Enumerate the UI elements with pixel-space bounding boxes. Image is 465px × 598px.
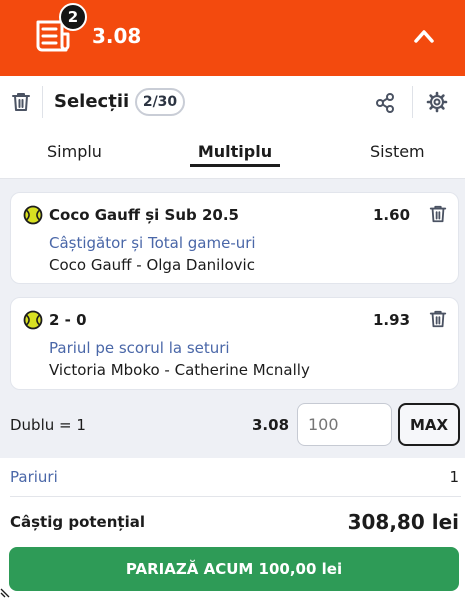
- tab-sistem[interactable]: Sistem: [370, 142, 425, 161]
- trash-icon[interactable]: [428, 204, 448, 224]
- trash-icon[interactable]: [10, 91, 32, 113]
- selection-market: Pariul pe scorul la seturi: [49, 339, 230, 357]
- trash-icon[interactable]: [428, 309, 448, 329]
- gear-icon[interactable]: [426, 91, 448, 113]
- potential-win-label: Câștig potențial: [10, 513, 145, 531]
- potential-win-value: 308,80 lei: [347, 510, 459, 534]
- divider: [412, 86, 413, 118]
- bets-count: 1: [449, 468, 459, 486]
- tab-multiplu[interactable]: Multiplu: [190, 142, 280, 161]
- stake-input[interactable]: [297, 403, 392, 446]
- selection-title: Coco Gauff și Sub 20.5: [49, 206, 239, 224]
- selections-counter-badge: 2/30: [135, 88, 185, 116]
- selection-odds: 1.93: [373, 311, 411, 329]
- divider: [10, 496, 461, 497]
- max-stake-button[interactable]: MAX: [398, 403, 460, 446]
- selection-market: Câștigător și Total game-uri: [49, 234, 256, 252]
- combination-row: Dublu = 1 3.08 MAX: [0, 400, 465, 450]
- bets-label: Pariuri: [10, 468, 58, 486]
- selection-card: 2 - 0 1.93 Pariul pe scorul la seturi Vi…: [10, 297, 459, 390]
- selection-event: Victoria Mboko - Catherine Mcnally: [49, 361, 310, 379]
- bet-summary: Pariuri 1 Câștig potențial 308,80 lei PA…: [0, 458, 465, 598]
- resize-handle-icon[interactable]: [0, 581, 17, 598]
- betslip-header[interactable]: 2 3.08: [0, 0, 465, 76]
- selection-event: Coco Gauff - Olga Danilovic: [49, 256, 255, 274]
- selections-title: Selecții: [54, 91, 130, 112]
- chevron-up-icon[interactable]: [412, 26, 436, 46]
- tennis-ball-icon: [23, 310, 43, 330]
- selection-card: Coco Gauff și Sub 20.5 1.60 Câștigător ș…: [10, 192, 459, 284]
- combination-odds: 3.08: [252, 416, 290, 434]
- tab-simplu[interactable]: Simplu: [47, 142, 102, 161]
- bet-type-tabs: Simplu Multiplu Sistem: [0, 130, 465, 179]
- selection-count-badge: 2: [59, 3, 87, 31]
- tennis-ball-icon: [23, 205, 43, 225]
- total-odds: 3.08: [92, 24, 142, 48]
- active-tab-indicator: [190, 164, 280, 167]
- selection-odds: 1.60: [373, 206, 411, 224]
- selection-title: 2 - 0: [49, 311, 87, 329]
- divider: [42, 86, 43, 118]
- combination-label: Dublu = 1: [10, 416, 86, 434]
- selections-toolbar: Selecții 2/30: [0, 76, 465, 130]
- place-bet-button[interactable]: PARIAZĂ ACUM 100,00 lei: [9, 547, 459, 591]
- share-icon[interactable]: [374, 92, 396, 114]
